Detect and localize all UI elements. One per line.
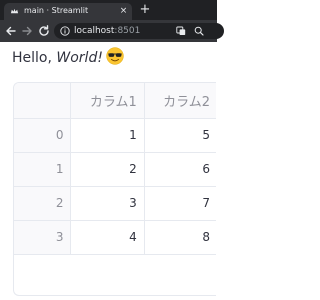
browser-window: main · Streamlit × + localhost:8501 Hell…	[0, 0, 224, 300]
row-index: 3	[14, 220, 72, 255]
table-cell[interactable]: 1	[70, 118, 145, 153]
streamlit-crown-icon	[10, 8, 19, 14]
table-cell[interactable]: 7	[144, 186, 216, 221]
dataframe-table: カラム1 カラム2 0 1 5 1 2 6 2 3 7 3 4 8	[14, 83, 216, 255]
reload-icon[interactable]	[37, 24, 51, 38]
greeting-emphasis: World!	[56, 50, 103, 66]
header-row: カラム1 カラム2	[14, 83, 216, 119]
dataframe[interactable]: カラム1 カラム2 0 1 5 1 2 6 2 3 7 3 4 8	[13, 82, 216, 296]
sunglasses-emoji-icon	[106, 47, 124, 65]
table-row: 0 1 5	[14, 118, 216, 153]
table-cell[interactable]: 8	[144, 220, 216, 255]
url-port: :8501	[114, 26, 141, 36]
tab-strip: main · Streamlit × +	[0, 0, 217, 20]
translate-icon[interactable]	[176, 26, 186, 36]
info-icon[interactable]	[60, 26, 70, 36]
zoom-icon[interactable]	[194, 26, 204, 36]
index-header	[14, 83, 72, 119]
table-cell[interactable]: 3	[70, 186, 145, 221]
tab-title: main · Streamlit	[24, 6, 89, 15]
table-cell[interactable]: 6	[144, 152, 216, 187]
table-row: 1 2 6	[14, 152, 216, 187]
table-row: 3 4 8	[14, 220, 216, 255]
table-cell[interactable]: 2	[70, 152, 145, 187]
browser-tab[interactable]: main · Streamlit ×	[4, 3, 132, 20]
arrow-right-icon[interactable]	[20, 24, 34, 38]
address-bar[interactable]: localhost:8501	[54, 23, 224, 39]
greeting-text: Hello, World!	[12, 46, 124, 70]
column-header-2[interactable]: カラム2	[144, 83, 216, 119]
tab-close-button[interactable]: ×	[118, 5, 129, 17]
url-host: localhost	[74, 26, 115, 36]
column-header-1[interactable]: カラム1	[70, 83, 145, 119]
table-cell[interactable]: 4	[70, 220, 145, 255]
arrow-left-icon[interactable]	[4, 24, 18, 38]
table-cell[interactable]: 5	[144, 118, 216, 153]
row-index: 1	[14, 152, 72, 187]
row-index: 0	[14, 118, 72, 153]
browser-toolbar: localhost:8501	[0, 20, 224, 42]
table-row: 2 3 7	[14, 186, 216, 221]
new-tab-button[interactable]: +	[138, 3, 152, 17]
row-index: 2	[14, 186, 72, 221]
greeting-prefix: Hello,	[12, 50, 57, 66]
url-text[interactable]: localhost:8501	[74, 24, 140, 38]
